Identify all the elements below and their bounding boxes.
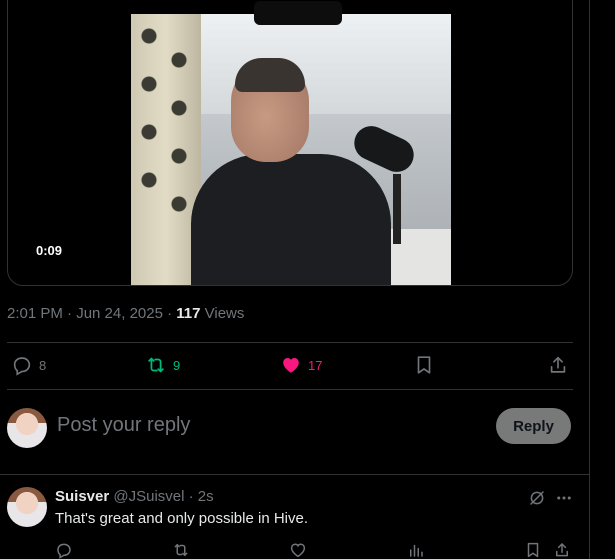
share-action-button[interactable] bbox=[548, 352, 568, 378]
reply-text: That's great and only possible in Hive. bbox=[55, 510, 309, 527]
bookmark-action-button[interactable] bbox=[414, 352, 434, 378]
reply-author-handle[interactable]: @JSuisvel · 2s bbox=[113, 488, 213, 505]
more-icon[interactable] bbox=[555, 489, 573, 512]
reply-avatar[interactable] bbox=[7, 487, 47, 527]
video-overlay-pill bbox=[254, 1, 342, 25]
bookmark-icon[interactable] bbox=[525, 541, 541, 559]
avatar[interactable] bbox=[7, 408, 47, 448]
share-icon[interactable] bbox=[554, 541, 570, 559]
divider bbox=[7, 342, 573, 343]
views-icon[interactable] bbox=[407, 541, 425, 559]
reply-header: Suisver @JSuisvel · 2s bbox=[55, 488, 214, 505]
like-action-button[interactable]: 17 bbox=[280, 352, 322, 378]
reply-author-name[interactable]: Suisver bbox=[55, 488, 109, 505]
heart-icon bbox=[280, 354, 302, 376]
views-count: 117 bbox=[176, 305, 201, 322]
repost-count: 9 bbox=[173, 357, 181, 373]
tweet-meta: 2:01 PM · Jun 24, 2025 · 117 Views bbox=[7, 305, 244, 322]
views-label: Views bbox=[200, 305, 245, 322]
repost-icon bbox=[145, 354, 167, 376]
share-icon bbox=[548, 354, 568, 376]
column-border bbox=[589, 0, 590, 559]
heart-icon[interactable] bbox=[289, 541, 307, 559]
reply-button[interactable]: Reply bbox=[496, 408, 571, 444]
video-player[interactable]: 0:09 bbox=[7, 0, 573, 286]
like-count: 17 bbox=[308, 357, 323, 373]
repost-icon[interactable] bbox=[172, 541, 190, 559]
comment-icon bbox=[11, 354, 33, 376]
divider bbox=[0, 474, 589, 475]
repost-action-button[interactable]: 9 bbox=[145, 352, 180, 378]
comment-icon[interactable] bbox=[55, 541, 73, 559]
tweet-time[interactable]: 2:01 PM · Jun 24, 2025 · bbox=[7, 305, 176, 322]
grok-icon[interactable] bbox=[528, 489, 546, 512]
video-frame-image bbox=[131, 14, 451, 285]
reply-input[interactable]: Post your reply bbox=[57, 414, 190, 437]
tweet-detail-page: 0:09 2:01 PM · Jun 24, 2025 · 117 Views … bbox=[0, 0, 615, 559]
bookmark-icon bbox=[414, 354, 434, 376]
reply-action-button[interactable]: 8 bbox=[11, 352, 46, 378]
reply-count: 8 bbox=[39, 357, 47, 373]
divider bbox=[7, 389, 573, 390]
video-timestamp: 0:09 bbox=[36, 243, 63, 258]
